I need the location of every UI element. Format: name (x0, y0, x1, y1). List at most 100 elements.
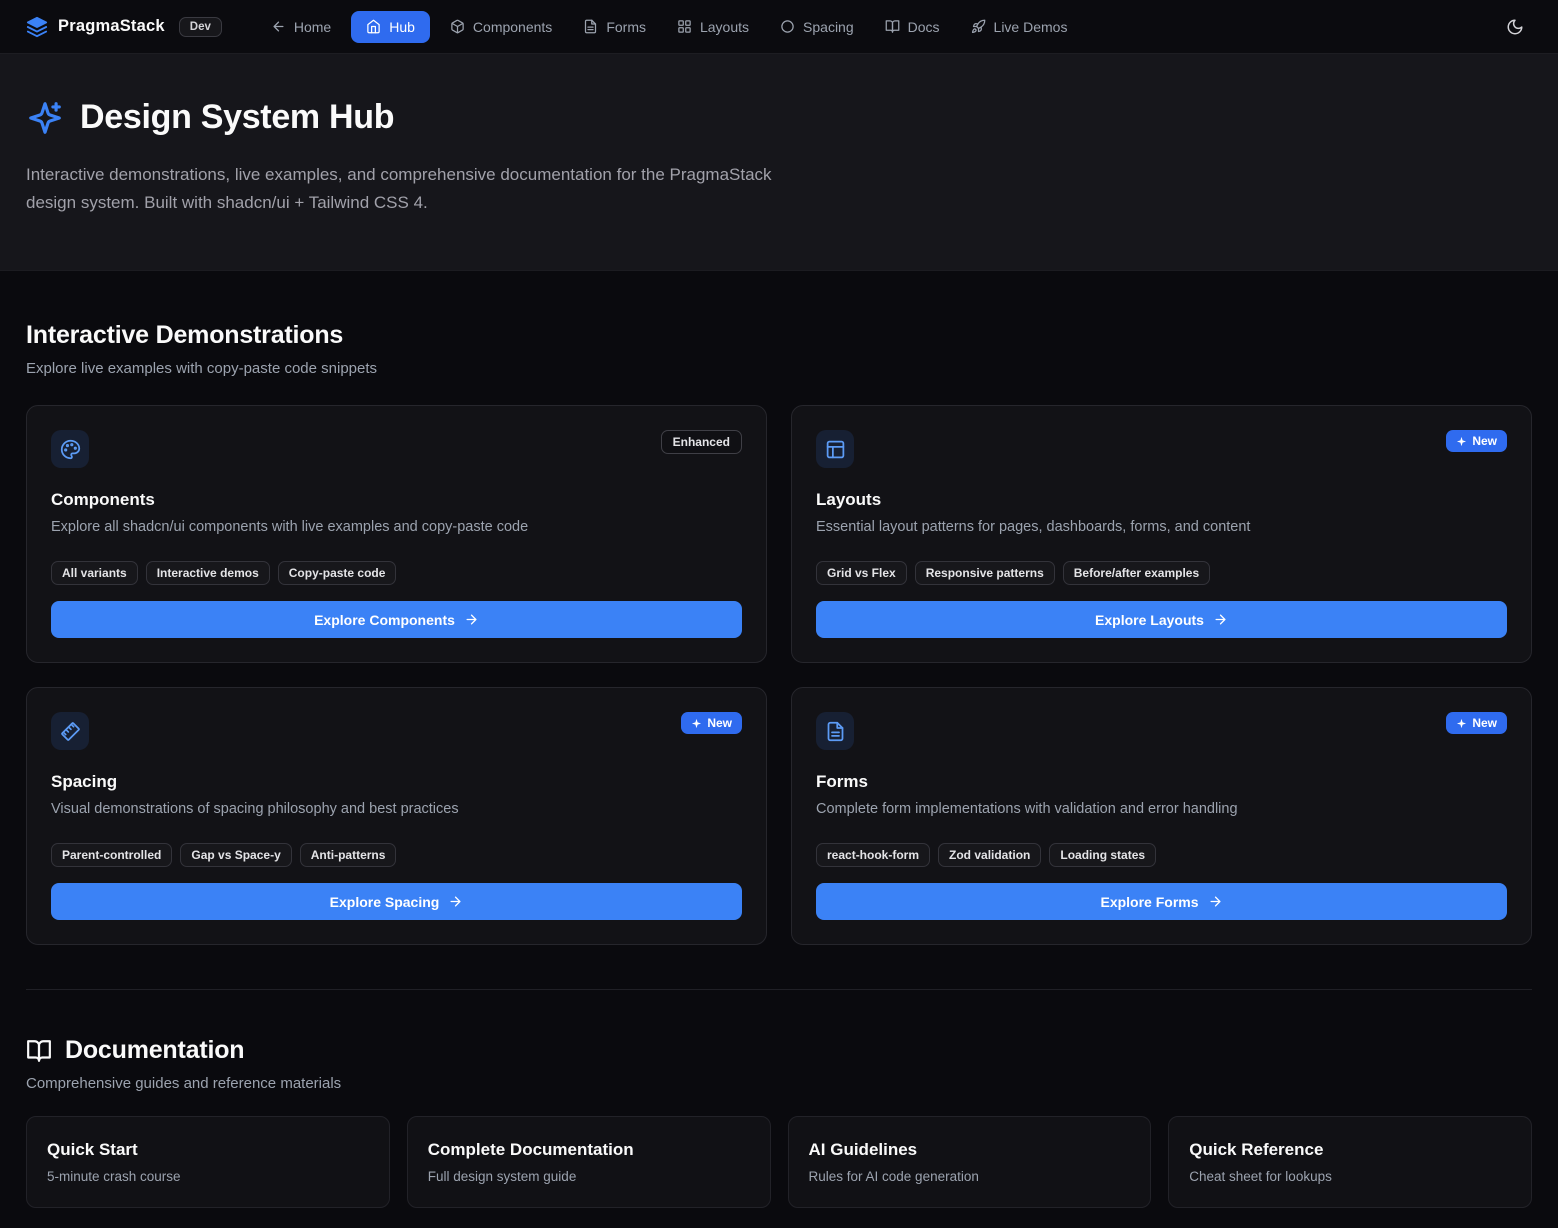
card-title: Layouts (816, 490, 1507, 510)
file-text-icon (816, 712, 854, 750)
nav-item-label: Home (294, 19, 331, 35)
ruler-icon (51, 712, 89, 750)
top-nav: PragmaStack Dev Home Hub Components Form… (0, 0, 1558, 54)
doc-card-ai-guidelines[interactable]: AI Guidelines Rules for AI code generati… (788, 1116, 1152, 1208)
rocket-icon (971, 19, 986, 34)
cta-label: Explore Forms (1100, 894, 1198, 910)
circle-icon (780, 19, 795, 34)
doc-card-grid: Quick Start 5-minute crash course Comple… (26, 1116, 1532, 1208)
nav-item-label: Forms (606, 19, 646, 35)
tag: Loading states (1049, 843, 1156, 867)
tag-row: react-hook-form Zod validation Loading s… (816, 843, 1507, 867)
doc-card-title: Quick Start (47, 1140, 369, 1160)
palette-icon (51, 430, 89, 468)
demo-card-forms: New Forms Complete form implementations … (791, 687, 1532, 945)
doc-card-title: Complete Documentation (428, 1140, 750, 1160)
doc-card-title: Quick Reference (1189, 1140, 1511, 1160)
tag: Parent-controlled (51, 843, 172, 867)
documentation-heading: Documentation (65, 1036, 244, 1065)
nav-item-forms[interactable]: Forms (572, 11, 657, 43)
book-open-icon (26, 1038, 52, 1064)
card-title: Forms (816, 772, 1507, 792)
doc-card-description: Cheat sheet for lookups (1189, 1169, 1511, 1184)
sparkle-icon (1456, 718, 1467, 729)
nav-item-layouts[interactable]: Layouts (666, 11, 760, 43)
tag: Gap vs Space-y (180, 843, 291, 867)
nav-item-label: Components (473, 19, 552, 35)
explore-spacing-button[interactable]: Explore Spacing (51, 883, 742, 920)
explore-components-button[interactable]: Explore Components (51, 601, 742, 638)
tag: Grid vs Flex (816, 561, 907, 585)
tag-row: Grid vs Flex Responsive patterns Before/… (816, 561, 1507, 585)
demo-card-spacing: New Spacing Visual demonstrations of spa… (26, 687, 767, 945)
page-title: Design System Hub (80, 98, 394, 137)
doc-card-title: AI Guidelines (809, 1140, 1131, 1160)
box-icon (450, 19, 465, 34)
new-badge: New (1446, 430, 1507, 452)
nav-item-docs[interactable]: Docs (874, 11, 951, 43)
tag-row: Parent-controlled Gap vs Space-y Anti-pa… (51, 843, 742, 867)
demo-card-grid: Enhanced Components Explore all shadcn/u… (26, 405, 1532, 945)
cta-label: Explore Components (314, 612, 455, 628)
cta-label: Explore Spacing (330, 894, 440, 910)
nav-item-label: Spacing (803, 19, 854, 35)
brand-name: PragmaStack (58, 17, 165, 36)
nav-item-live-demos[interactable]: Live Demos (960, 11, 1079, 43)
tag: All variants (51, 561, 138, 585)
badge-label: New (1472, 434, 1497, 448)
nav-item-spacing[interactable]: Spacing (769, 11, 865, 43)
badge-label: New (707, 716, 732, 730)
doc-card-quick-start[interactable]: Quick Start 5-minute crash course (26, 1116, 390, 1208)
brand[interactable]: PragmaStack Dev (26, 16, 222, 38)
card-description: Visual demonstrations of spacing philoso… (51, 801, 742, 817)
file-text-icon (583, 19, 598, 34)
nav-item-label: Live Demos (994, 19, 1068, 35)
tag: Responsive patterns (915, 561, 1055, 585)
card-description: Explore all shadcn/ui components with li… (51, 519, 742, 535)
explore-forms-button[interactable]: Explore Forms (816, 883, 1507, 920)
book-open-icon (885, 19, 900, 34)
sparkle-icon (1456, 436, 1467, 447)
doc-card-quick-reference[interactable]: Quick Reference Cheat sheet for lookups (1168, 1116, 1532, 1208)
nav-item-home[interactable]: Home (260, 11, 342, 43)
nav-item-label: Hub (389, 19, 415, 35)
home-icon (366, 19, 381, 34)
page-description: Interactive demonstrations, live example… (26, 161, 781, 216)
nav-item-components[interactable]: Components (439, 11, 563, 43)
demo-card-components: Enhanced Components Explore all shadcn/u… (26, 405, 767, 663)
explore-layouts-button[interactable]: Explore Layouts (816, 601, 1507, 638)
arrow-right-icon (1208, 894, 1223, 909)
dev-badge: Dev (179, 17, 222, 37)
arrow-right-icon (464, 612, 479, 627)
nav-item-hub[interactable]: Hub (351, 11, 430, 43)
section-divider (26, 989, 1532, 990)
sparkle-icon (691, 718, 702, 729)
tag: Anti-patterns (300, 843, 397, 867)
demo-card-layouts: New Layouts Essential layout patterns fo… (791, 405, 1532, 663)
tag: Interactive demos (146, 561, 270, 585)
layers-logo-icon (26, 16, 48, 38)
new-badge: New (1446, 712, 1507, 734)
tag: react-hook-form (816, 843, 930, 867)
doc-card-description: Full design system guide (428, 1169, 750, 1184)
doc-card-description: Rules for AI code generation (809, 1169, 1131, 1184)
demos-subheading: Explore live examples with copy-paste co… (26, 360, 1532, 377)
hero-section: Design System Hub Interactive demonstrat… (0, 54, 1558, 271)
layout-grid-icon (677, 19, 692, 34)
moon-icon (1506, 18, 1524, 36)
nav-item-label: Layouts (700, 19, 749, 35)
tag: Before/after examples (1063, 561, 1210, 585)
card-description: Complete form implementations with valid… (816, 801, 1507, 817)
card-description: Essential layout patterns for pages, das… (816, 519, 1507, 535)
documentation-subheading: Comprehensive guides and reference mater… (26, 1075, 1532, 1092)
arrow-left-icon (271, 19, 286, 34)
enhanced-badge: Enhanced (661, 430, 742, 454)
theme-toggle-button[interactable] (1498, 10, 1532, 44)
nav-item-label: Docs (908, 19, 940, 35)
arrow-right-icon (1213, 612, 1228, 627)
card-title: Components (51, 490, 742, 510)
badge-label: New (1472, 716, 1497, 730)
new-badge: New (681, 712, 742, 734)
tag: Zod validation (938, 843, 1041, 867)
doc-card-complete-documentation[interactable]: Complete Documentation Full design syste… (407, 1116, 771, 1208)
